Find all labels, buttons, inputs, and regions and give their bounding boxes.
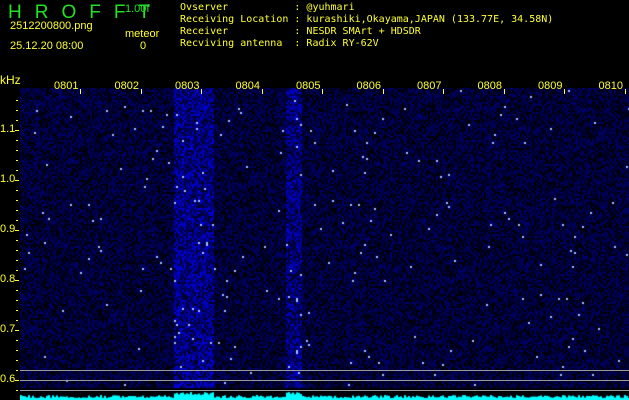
- freq-tick: [16, 290, 18, 291]
- time-tick: [140, 89, 142, 94]
- info-observer: Ovserver : @yuhmari: [180, 2, 553, 14]
- info-label: Receiving Location: [180, 14, 295, 25]
- time-tick: [624, 89, 626, 94]
- time-tick: [503, 89, 505, 94]
- freq-tick: [16, 390, 18, 391]
- reference-line: [20, 380, 629, 381]
- freq-tick: [15, 130, 19, 131]
- time-label: 0805: [296, 80, 321, 92]
- freq-tick: [16, 340, 18, 341]
- info-location: Receiving Location : kurashiki,Okayama,J…: [180, 14, 553, 26]
- reference-line: [20, 370, 629, 371]
- y-axis-unit: kHz: [0, 73, 21, 87]
- freq-tick: [16, 170, 18, 171]
- filename-label: 2512200800.png: [10, 20, 93, 32]
- freq-tick: [16, 350, 18, 351]
- meteor-count: 0: [140, 40, 147, 52]
- freq-tick: [16, 300, 18, 301]
- freq-tick: [16, 120, 18, 121]
- time-label: 0808: [477, 80, 502, 92]
- info-value: : NESDR SMArt + HDSDR: [294, 26, 421, 37]
- time-tick: [322, 89, 323, 94]
- time-tick: [80, 89, 81, 94]
- freq-tick: [16, 260, 18, 261]
- time-label: 0807: [417, 80, 442, 92]
- info-antenna: Recviving antenna : Radix RY-62V: [180, 38, 553, 50]
- info-value: : kurashiki,Okayama,JAPAN (133.77E, 34.5…: [294, 14, 554, 25]
- version-label: 1.00f: [125, 3, 150, 15]
- time-label: 0801: [54, 80, 79, 92]
- freq-tick: [16, 200, 18, 201]
- freq-tick: [16, 320, 18, 321]
- time-label: 0810: [598, 80, 623, 92]
- spectrogram: [20, 88, 629, 400]
- info-value: : @yuhmari: [294, 2, 355, 13]
- freq-label: 0.7: [0, 323, 16, 335]
- freq-label: 1.1: [0, 123, 16, 135]
- time-tick: [382, 89, 384, 94]
- freq-tick: [16, 110, 18, 111]
- freq-tick: [16, 190, 18, 191]
- info-value: : Radix RY-62V: [294, 38, 379, 49]
- info-receiver: Receiver : NESDR SMArt + HDSDR: [180, 26, 553, 38]
- reference-line: [20, 390, 629, 391]
- time-label: 0806: [356, 80, 381, 92]
- freq-tick: [16, 310, 18, 311]
- freq-tick: [15, 280, 19, 281]
- time-label: 0809: [538, 80, 563, 92]
- datetime-label: 25.12.20 08:00: [10, 40, 84, 52]
- info-label: Recviving antenna: [180, 38, 295, 49]
- time-label: 0802: [114, 80, 139, 92]
- freq-tick: [16, 370, 18, 371]
- freq-label: 0.8: [0, 273, 16, 285]
- freq-tick: [16, 270, 18, 271]
- time-tick: [443, 89, 444, 94]
- freq-tick: [16, 240, 18, 241]
- time-tick: [261, 89, 263, 94]
- time-tick: [564, 89, 565, 94]
- time-tick: [201, 89, 202, 94]
- freq-tick: [15, 230, 19, 231]
- freq-tick: [15, 180, 19, 181]
- info-label: Ovserver: [180, 2, 295, 13]
- freq-label: 1.0: [0, 173, 16, 185]
- freq-tick: [16, 100, 18, 101]
- freq-tick: [16, 210, 18, 211]
- freq-label: 0.6: [0, 373, 16, 385]
- freq-tick: [16, 160, 18, 161]
- freq-tick: [16, 220, 18, 221]
- time-label: 0803: [175, 80, 200, 92]
- freq-tick: [16, 360, 18, 361]
- freq-tick: [16, 140, 18, 141]
- station-info: Ovserver : @yuhmari Receiving Location : …: [180, 2, 553, 50]
- freq-label: 0.9: [0, 223, 16, 235]
- info-label: Receiver: [180, 26, 295, 37]
- meteor-label: meteor: [125, 28, 160, 40]
- freq-tick: [15, 330, 19, 331]
- freq-tick: [15, 380, 19, 381]
- time-label: 0804: [235, 80, 260, 92]
- freq-tick: [16, 150, 18, 151]
- freq-tick: [16, 250, 18, 251]
